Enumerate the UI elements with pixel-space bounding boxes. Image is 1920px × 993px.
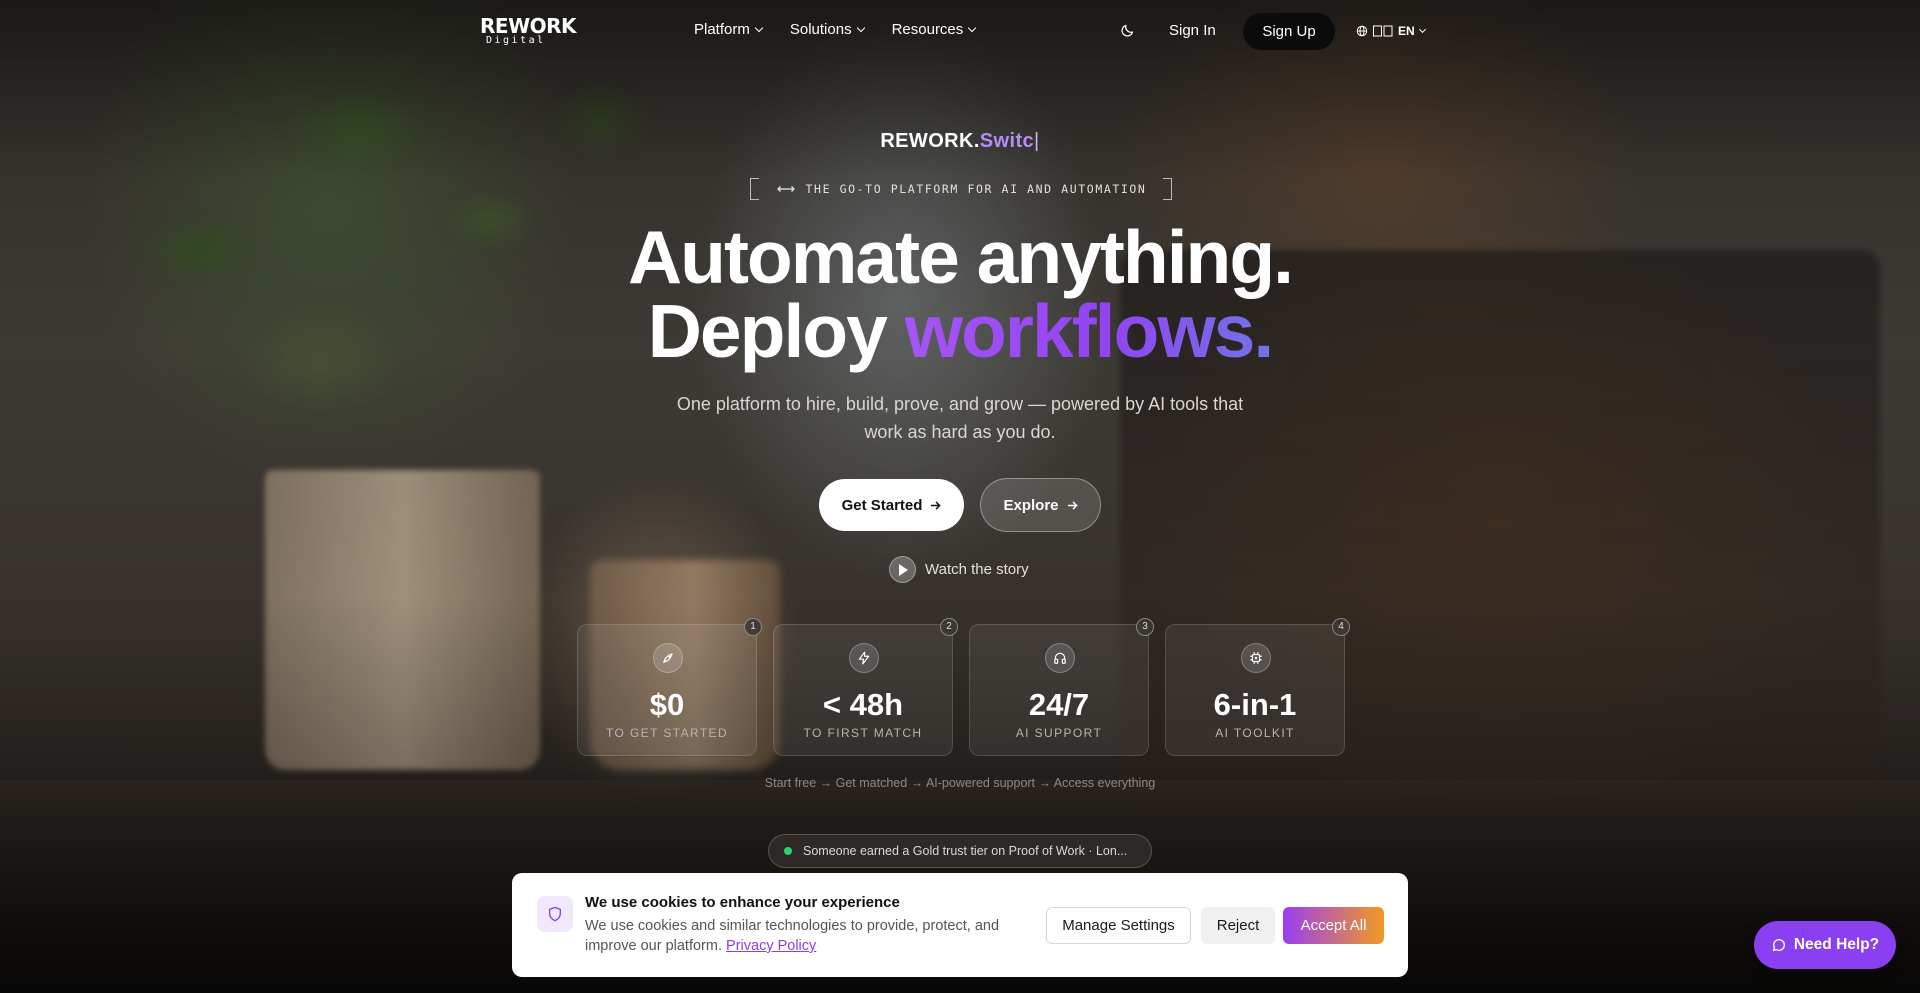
step-badge: 2 [940, 618, 958, 636]
globe-icon [1356, 25, 1368, 37]
language-code: EN [1398, 24, 1415, 38]
chevron-down-icon [856, 23, 865, 32]
logo-wordmark: REWORK [480, 14, 577, 38]
stat-value: 6-in-1 [1213, 687, 1297, 722]
nav-solutions-label: Solutions [789, 21, 852, 38]
nav-resources[interactable]: Resources [891, 21, 977, 38]
watch-story-label: Watch the story [925, 561, 1029, 578]
nav-platform-label: Platform [694, 21, 750, 38]
rotator-accent: Switc [979, 130, 1035, 152]
arrow-right-icon [1067, 500, 1078, 510]
brand-logo[interactable]: REWORK Digital [480, 14, 577, 46]
stat-label: AI TOOLKIT [1215, 726, 1295, 740]
headphones-icon [1045, 643, 1075, 673]
headline-line-1: Automate anything. [627, 215, 1294, 299]
chat-bubble-icon [1772, 938, 1785, 951]
stat-value: $0 [649, 687, 685, 722]
chip-icon [1241, 643, 1271, 673]
hero-subtitle: One platform to hire, build, prove, and … [676, 394, 1244, 442]
get-started-button[interactable]: Get Started [819, 479, 964, 531]
nav-platform[interactable]: Platform [694, 21, 764, 38]
rotating-brand-text: REWORK.Switc| [0, 130, 1920, 153]
bracket-left [750, 178, 759, 200]
explore-label: Explore [1003, 496, 1059, 514]
stat-card: 1 $0 TO GET STARTED [577, 618, 762, 756]
language-selector[interactable]: EN [1356, 24, 1426, 38]
step-badge: 3 [1136, 618, 1154, 636]
lightning-icon [849, 643, 879, 673]
accept-all-button[interactable]: Accept All [1283, 907, 1384, 944]
sign-in-link[interactable]: Sign In [1169, 22, 1216, 39]
privacy-policy-link[interactable]: Privacy Policy [726, 938, 816, 954]
cookie-banner: We use cookies to enhance your experienc… [512, 873, 1408, 977]
watch-story-link[interactable]: Watch the story [889, 556, 1029, 583]
need-help-label: Need Help? [1793, 936, 1880, 953]
ticker-text: Someone earned a Gold trust tier on Proo… [803, 844, 1128, 858]
cookie-description: We use cookies and similar technologies … [585, 916, 1035, 956]
stat-value: 24/7 [1028, 687, 1090, 722]
manage-settings-button[interactable]: Manage Settings [1046, 907, 1191, 944]
bracket-right [1163, 178, 1172, 200]
live-dot [784, 847, 792, 855]
stat-card: 3 24/7 AI SUPPORT [969, 618, 1154, 756]
rocket-icon [653, 643, 683, 673]
stat-label: TO GET STARTED [605, 726, 729, 740]
headline-line-2-accent: workflows. [904, 289, 1275, 373]
step-badge: 1 [744, 618, 762, 636]
cookie-title: We use cookies to enhance your experienc… [585, 894, 900, 911]
need-help-button[interactable]: Need Help? [1754, 921, 1896, 969]
nav-resources-label: Resources [891, 21, 964, 38]
explore-button[interactable]: Explore [980, 478, 1101, 532]
get-started-label: Get Started [841, 496, 923, 514]
reject-button[interactable]: Reject [1201, 907, 1275, 944]
play-icon [889, 556, 916, 583]
step-badge: 4 [1332, 618, 1350, 636]
chevron-down-icon [1418, 25, 1426, 34]
activity-ticker: Someone earned a Gold trust tier on Proo… [768, 834, 1152, 868]
chevron-down-icon [968, 23, 977, 32]
tagline-text: THE GO-TO PLATFORM FOR AI AND AUTOMATION [805, 182, 1147, 196]
top-navigation: REWORK Digital Platform Solutions Resour… [0, 0, 1920, 64]
stat-value: < 48h [822, 687, 904, 722]
arrow-right-icon [931, 500, 942, 510]
headline-line-2-plain: Deploy [647, 289, 905, 373]
double-arrow-icon [776, 186, 795, 192]
stat-card: 4 6-in-1 AI TOOLKIT [1165, 618, 1350, 756]
typing-caret: | [1034, 130, 1040, 152]
main-menu: Platform Solutions Resources [694, 21, 977, 38]
chevron-down-icon [754, 23, 764, 32]
journey-steps: Start free → Get matched → AI-powered su… [764, 776, 1156, 790]
shield-icon [537, 896, 573, 932]
stat-label: AI SUPPORT [1015, 726, 1103, 740]
flag-icon [1373, 25, 1393, 37]
hero-headline: Automate anything. Deploy workflows. [0, 220, 1920, 369]
stat-card: 2 < 48h TO FIRST MATCH [773, 618, 958, 756]
moon-icon[interactable] [1120, 23, 1135, 38]
sign-up-button[interactable]: Sign Up [1243, 13, 1335, 50]
stat-label: TO FIRST MATCH [803, 726, 923, 740]
nav-solutions[interactable]: Solutions [789, 21, 865, 38]
hero-tagline: THE GO-TO PLATFORM FOR AI AND AUTOMATION [750, 178, 1172, 200]
rotator-prefix: REWORK. [880, 130, 980, 152]
